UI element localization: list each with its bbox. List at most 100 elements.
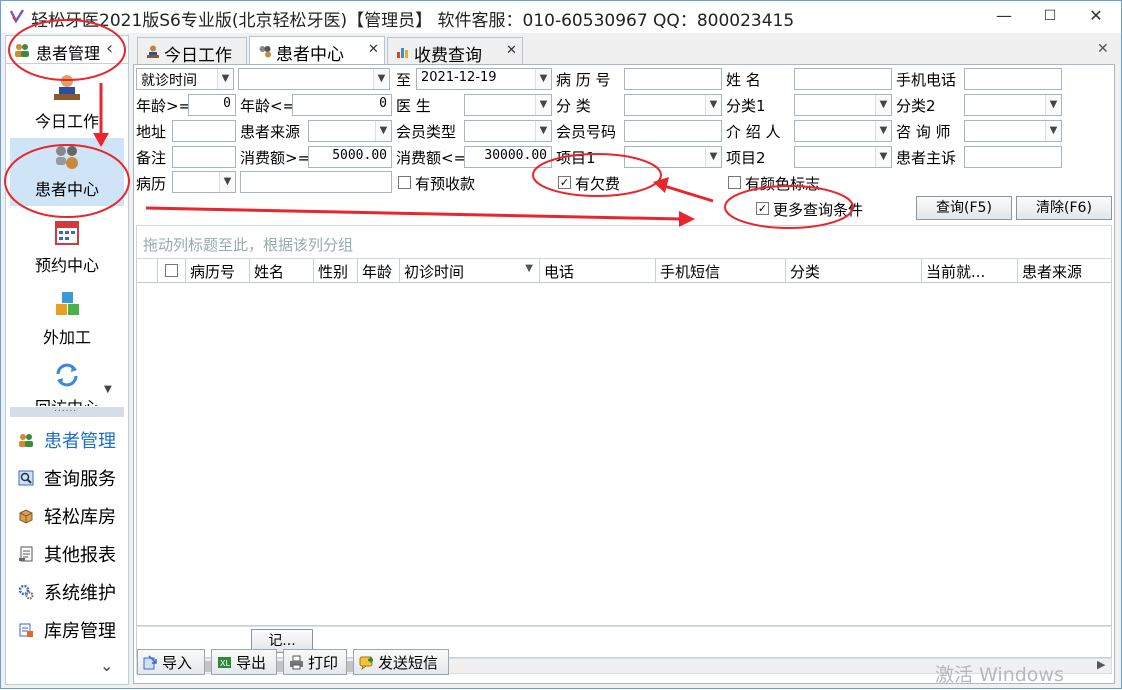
column-header-age[interactable]: 年龄 (357, 259, 399, 283)
tab-today-work[interactable]: 今日工作 (137, 37, 247, 66)
complaint-input[interactable] (964, 146, 1062, 168)
sidebar-item-outsourcing[interactable]: 外加工 (10, 286, 124, 354)
doctor-select[interactable]: ▼ (464, 94, 552, 116)
nav-item-patient-management[interactable]: 患者管理 (18, 425, 128, 455)
tab-patient-center[interactable]: 患者中心 ✕ (249, 36, 385, 66)
calendar-icon (55, 221, 79, 245)
tab-fee-query[interactable]: 收费查询 ✕ (387, 37, 523, 66)
referrer-label: 介 绍 人 (726, 123, 781, 141)
item2-select[interactable]: ▼ (794, 146, 892, 168)
sidebar-item-followup-center[interactable]: 回访中心 (10, 356, 124, 406)
sidebar-item-label: 今日工作 (34, 112, 99, 131)
import-label: 导入 (162, 654, 193, 672)
import-button[interactable]: 导入 (137, 649, 205, 675)
column-header-category[interactable]: 分类 (785, 259, 921, 283)
tab-close-icon[interactable]: ✕ (506, 43, 517, 58)
more-items-arrow-icon[interactable]: ▼ (104, 384, 112, 395)
date-to-value: 2021-12-19 (421, 70, 497, 85)
category-select[interactable]: ▼ (624, 94, 722, 116)
minimize-button[interactable]: — (981, 1, 1027, 33)
category1-select[interactable]: ▼ (794, 94, 892, 116)
chevron-down-icon: ▼ (875, 147, 891, 167)
column-header-current-visit[interactable]: 当前就... (921, 259, 1017, 283)
column-header-gender[interactable]: 性别 (313, 259, 357, 283)
splitter-grip: ...... (54, 404, 78, 414)
column-header-first-visit-label: 初诊时间 (404, 263, 465, 281)
member-type-select[interactable]: ▼ (464, 120, 552, 142)
category2-select[interactable]: ▼ (964, 94, 1062, 116)
source-select[interactable]: ▼ (308, 120, 392, 142)
more-conditions-label: 更多查询条件 (773, 201, 864, 219)
grid-header: 病历号 姓名 性别 年龄 初诊时间 ▼ 电话 手机短信 分类 当前就... 患者… (137, 259, 1111, 283)
date-type-select[interactable]: 就诊时间 ▼ (136, 68, 234, 90)
nav-item-query-service[interactable]: 查询服务 (18, 463, 128, 493)
clear-button[interactable]: 清除(F6) (1016, 196, 1112, 220)
age-min-input[interactable]: 0 (188, 94, 236, 116)
record-no-input[interactable] (624, 68, 722, 90)
grid-indicator-column (137, 259, 157, 283)
nav-item-easy-warehouse[interactable]: 轻松库房 (18, 501, 128, 531)
tab-close-icon[interactable]: ✕ (368, 42, 379, 57)
svg-text:XL: XL (220, 659, 230, 668)
name-input[interactable] (794, 68, 892, 90)
date-from-picker[interactable]: ▼ (238, 68, 390, 90)
referrer-select[interactable]: ▼ (794, 120, 892, 142)
history-input[interactable] (240, 171, 392, 193)
age-max-input[interactable]: 0 (292, 94, 392, 116)
search-small-icon (18, 470, 34, 486)
column-header-patient-source[interactable]: 患者来源 (1017, 259, 1111, 283)
nav-more-icon[interactable]: ⌄ (100, 656, 113, 675)
chevron-down-icon: ▼ (375, 121, 391, 141)
column-header-first-visit[interactable]: 初诊时间 ▼ (399, 259, 539, 283)
history-select[interactable]: ▼ (172, 171, 236, 193)
member-no-input[interactable] (624, 120, 722, 142)
prepaid-checkbox-label: 有预收款 (415, 175, 476, 193)
sidebar-item-today-work[interactable]: 今日工作 (10, 70, 124, 138)
item1-select[interactable]: ▼ (624, 146, 722, 168)
remark-input[interactable] (172, 146, 236, 168)
nav-item-system-maintenance[interactable]: 系统维护 (18, 577, 128, 607)
patient-center-panel: 就诊时间 ▼ ▼ 至 2021-12-19 ▼ 病 历 号 姓 名 手机电话 年龄>… (133, 64, 1115, 684)
sidebar-item-appointment-center[interactable]: 预约中心 (10, 214, 124, 282)
export-button[interactable]: XL 导出 (211, 649, 277, 675)
record-no-label: 病 历 号 (556, 71, 611, 89)
sms-icon (359, 656, 373, 670)
chevron-down-icon: ▼ (535, 69, 551, 89)
column-header-sms[interactable]: 手机短信 (655, 259, 785, 283)
close-button[interactable]: ✕ (1073, 1, 1119, 33)
group-by-area[interactable]: 拖动列标题至此，根据该列分组 (136, 225, 1112, 259)
collapse-sidebar-icon[interactable]: ‹ (106, 38, 113, 59)
nav-item-label: 查询服务 (44, 469, 116, 490)
address-input[interactable] (172, 120, 236, 142)
age-max-label: 年龄<= (240, 97, 296, 115)
spend-max-input[interactable]: 30000.00 (464, 146, 552, 168)
date-to-picker[interactable]: 2021-12-19 ▼ (416, 68, 552, 90)
close-all-tabs-icon[interactable]: ✕ (1097, 41, 1109, 57)
spend-min-input[interactable]: 5000.00 (308, 146, 392, 168)
spend-min-label: 消费额>= (240, 149, 311, 167)
patient-grid[interactable]: 病历号 姓名 性别 年龄 初诊时间 ▼ 电话 手机短信 分类 当前就... 患者… (136, 259, 1112, 626)
nav-item-other-reports[interactable]: 其他报表 (18, 539, 128, 569)
remark-label: 备注 (136, 149, 167, 167)
consultant-select[interactable]: ▼ (964, 120, 1062, 142)
nav-item-warehouse-management[interactable]: 库房管理 (18, 615, 128, 645)
address-label: 地址 (136, 123, 167, 141)
maximize-button[interactable]: ☐ (1027, 1, 1073, 33)
excel-icon: XL (218, 657, 231, 668)
search-button[interactable]: 查询(F5) (916, 196, 1012, 220)
sidebar-item-label: 外加工 (42, 328, 91, 347)
send-sms-button[interactable]: 发送短信 (353, 649, 449, 675)
column-header-name[interactable]: 姓名 (249, 259, 313, 283)
arrears-checkbox-label: 有欠费 (575, 175, 621, 193)
sidebar-splitter[interactable]: ...... (10, 404, 124, 417)
column-header-record-no[interactable]: 病历号 (185, 259, 249, 283)
column-header-phone[interactable]: 电话 (539, 259, 655, 283)
worker-desk-icon (147, 45, 159, 58)
sidebar-item-patient-center[interactable]: 患者中心 (10, 138, 124, 206)
scroll-right-icon[interactable]: ▶ (1097, 658, 1105, 671)
grid-select-all-checkbox[interactable] (157, 259, 185, 283)
sidebar-header: 患者管理 ‹ (6, 36, 128, 64)
mobile-input[interactable] (964, 68, 1062, 90)
member-type-label: 会员类型 (396, 123, 457, 141)
print-button[interactable]: 打印 (283, 649, 347, 675)
